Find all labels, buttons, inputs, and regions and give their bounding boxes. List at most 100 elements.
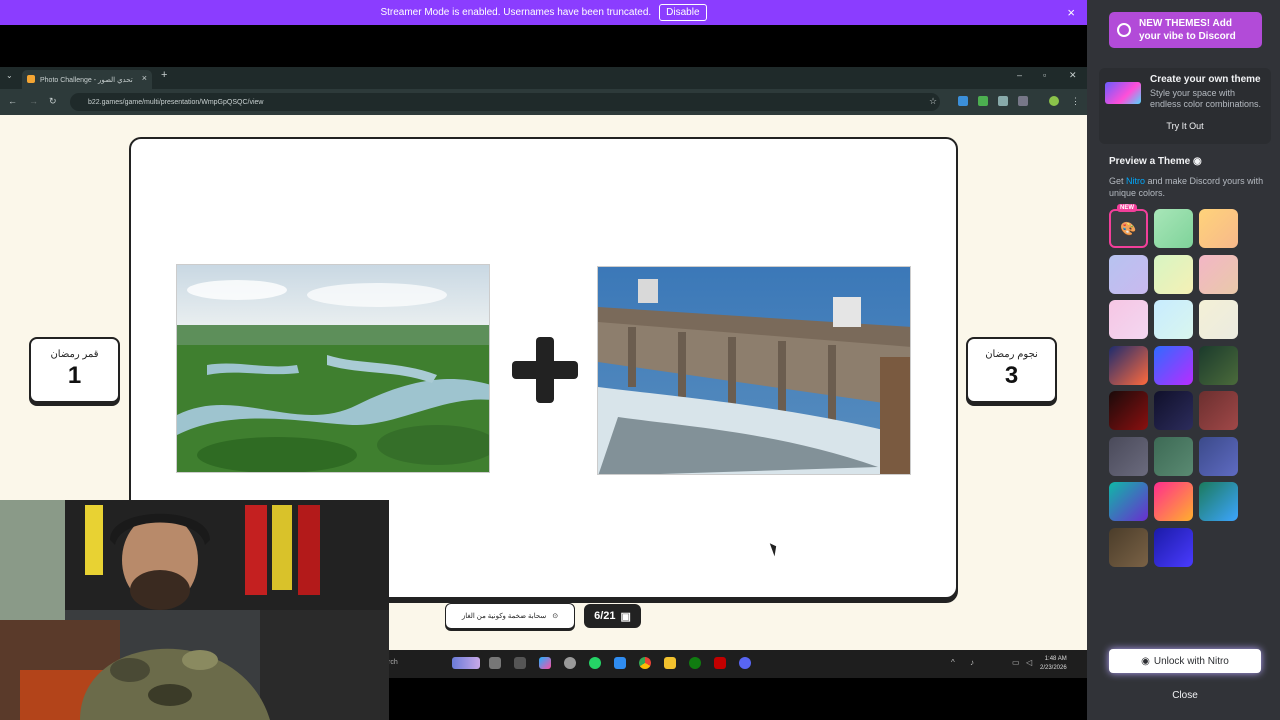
theme-swatch[interactable] [1154, 391, 1193, 430]
puzzle-icon[interactable] [1018, 96, 1028, 106]
extension-icon[interactable] [958, 96, 968, 106]
nitro-icon: ◉ [1192, 156, 1202, 167]
profile-avatar-icon[interactable] [1049, 96, 1059, 106]
theme-swatch[interactable] [1109, 436, 1148, 476]
team-left-name: قمر رمضان [50, 349, 99, 360]
counter-text: 6/21 [594, 610, 616, 622]
theme-swatch[interactable] [1154, 300, 1193, 339]
taskbar-search-text[interactable]: rch [388, 659, 398, 666]
theme-swatch[interactable] [1154, 209, 1193, 248]
xbox-icon[interactable] [689, 657, 701, 669]
settings-icon[interactable] [564, 657, 576, 669]
create-theme-title: Create your own theme [1150, 74, 1261, 85]
window-close-icon[interactable]: ✕ [1069, 70, 1077, 81]
theme-swatch[interactable] [1199, 482, 1238, 521]
image-icon: ▣ [620, 610, 631, 623]
new-themes-promo: NEW THEMES! Add your vibe to Discord [1109, 12, 1262, 48]
url-field[interactable]: b22.games/game/multi/presentation/WmpGpQ… [70, 93, 940, 111]
volume-icon[interactable]: ◁ [1026, 658, 1032, 667]
theme-swatch[interactable] [1154, 527, 1193, 567]
hint-text: سحابة ضخمة وكونية من الغاز [461, 613, 547, 620]
dam-illustration [598, 267, 910, 474]
theme-swatch[interactable] [1154, 345, 1193, 385]
theme-swatch[interactable] [1109, 345, 1148, 385]
menu-kebab-icon[interactable]: ⋮ [1071, 96, 1080, 107]
nitro-link[interactable]: Nitro [1126, 176, 1145, 186]
create-theme-description: Style your space with endless color comb… [1150, 88, 1262, 109]
theme-swatch[interactable] [1109, 254, 1148, 294]
discord-theme-panel: NEW THEMES! Add your vibe to Discord Cre… [1087, 0, 1280, 720]
new-badge: NEW [1117, 204, 1137, 212]
theme-swatch[interactable] [1199, 391, 1238, 430]
theme-swatch[interactable] [1109, 527, 1148, 567]
theme-swatch[interactable] [1154, 254, 1193, 294]
theme-swatch[interactable] [1199, 254, 1238, 294]
team-left-score: 1 [67, 362, 82, 389]
theme-swatch[interactable] [1109, 391, 1148, 430]
app-icon[interactable] [514, 657, 526, 669]
store-icon[interactable] [614, 657, 626, 669]
extension-icon[interactable] [978, 96, 988, 106]
reload-icon[interactable]: ↻ [49, 96, 57, 107]
browser-address-bar: ← → ↻ b22.games/game/multi/presentation/… [0, 89, 1087, 115]
tray-overflow-icon[interactable]: ^ [951, 658, 955, 667]
team-right-name: نجوم رمضان [985, 349, 1038, 360]
hint-pill[interactable]: سحابة ضخمة وكونية من الغاز ⊙ [445, 603, 575, 629]
browser-tab-photo-challenge[interactable]: Photo Challenge - تحدي الصور × [22, 70, 152, 89]
theme-swatch[interactable] [1199, 300, 1238, 339]
minimize-icon[interactable]: – [1017, 70, 1022, 80]
tab-list-dropdown-icon[interactable]: ⌄ [6, 71, 13, 80]
back-icon[interactable]: ← [8, 96, 17, 106]
file-explorer-icon[interactable] [664, 657, 676, 669]
preview-theme-description: Get Nitro and make Discord yours with un… [1109, 175, 1269, 199]
unlock-label: Unlock with Nitro [1153, 655, 1229, 667]
question-counter: 6/21 ▣ [584, 604, 641, 628]
star-icon[interactable]: ☆ [929, 96, 937, 107]
maximize-icon[interactable]: ▫ [1043, 70, 1046, 80]
clock-time: 1:48 AM [1044, 656, 1067, 662]
unlock-with-nitro-button[interactable]: ◉ Unlock with Nitro [1109, 649, 1261, 673]
theme-swatch[interactable] [1154, 436, 1193, 476]
theme-preview-thumbnail [1105, 82, 1141, 104]
team-right-score-card: نجوم رمضان 3 [966, 337, 1057, 403]
theme-swatch[interactable] [1199, 209, 1238, 248]
chrome-icon[interactable] [639, 657, 651, 669]
dam-image [597, 266, 911, 475]
mouse-cursor-icon [769, 541, 780, 557]
network-icon[interactable]: ▭ [1012, 658, 1020, 667]
theme-swatch-custom[interactable]: 🎨 [1109, 209, 1148, 248]
app-red-icon[interactable] [714, 657, 726, 669]
try-it-out-button[interactable]: Try It Out [1099, 121, 1271, 131]
palette-icon: 🎨 [1120, 221, 1137, 236]
taskbar-clock[interactable]: 1:48 AM 2/23/2026 [1040, 655, 1067, 673]
webcam-person-illustration [0, 500, 389, 720]
forward-icon[interactable]: → [29, 96, 38, 106]
webcam-overlay [0, 500, 389, 720]
widgets-icon[interactable] [452, 657, 480, 669]
hint-icon: ⊙ [552, 613, 559, 620]
theme-swatch[interactable] [1109, 482, 1148, 521]
microphone-icon[interactable]: ♪ [970, 658, 974, 667]
river-illustration [177, 265, 489, 472]
nitro-icon: ◉ [1141, 655, 1150, 667]
url-text: b22.games/game/multi/presentation/WmpGpQ… [88, 98, 264, 106]
task-view-icon[interactable] [489, 657, 501, 669]
browser-tab-bar: ⌄ Photo Challenge - تحدي الصور × + – ▫ ✕ [0, 67, 1087, 89]
theme-swatch[interactable] [1109, 300, 1148, 339]
nitro-icon [1117, 23, 1131, 37]
tab-close-icon[interactable]: × [142, 73, 147, 83]
close-button[interactable]: Close [1109, 685, 1261, 707]
theme-swatch[interactable] [1154, 482, 1193, 521]
banner-close-icon[interactable]: × [1067, 5, 1075, 20]
theme-swatch[interactable] [1199, 345, 1238, 385]
banner-text: Streamer Mode is enabled. Usernames have… [380, 7, 652, 18]
theme-swatch[interactable] [1199, 436, 1238, 476]
new-tab-icon[interactable]: + [161, 69, 167, 81]
whatsapp-icon[interactable] [589, 657, 601, 669]
disable-streamer-mode-button[interactable]: Disable [659, 4, 707, 21]
discord-icon[interactable] [739, 657, 751, 669]
shield-extension-icon[interactable] [998, 96, 1008, 106]
preview-theme-heading: Preview a Theme ◉ [1109, 156, 1202, 167]
copilot-icon[interactable] [539, 657, 551, 669]
promo-text: NEW THEMES! Add your vibe to Discord [1139, 18, 1236, 42]
